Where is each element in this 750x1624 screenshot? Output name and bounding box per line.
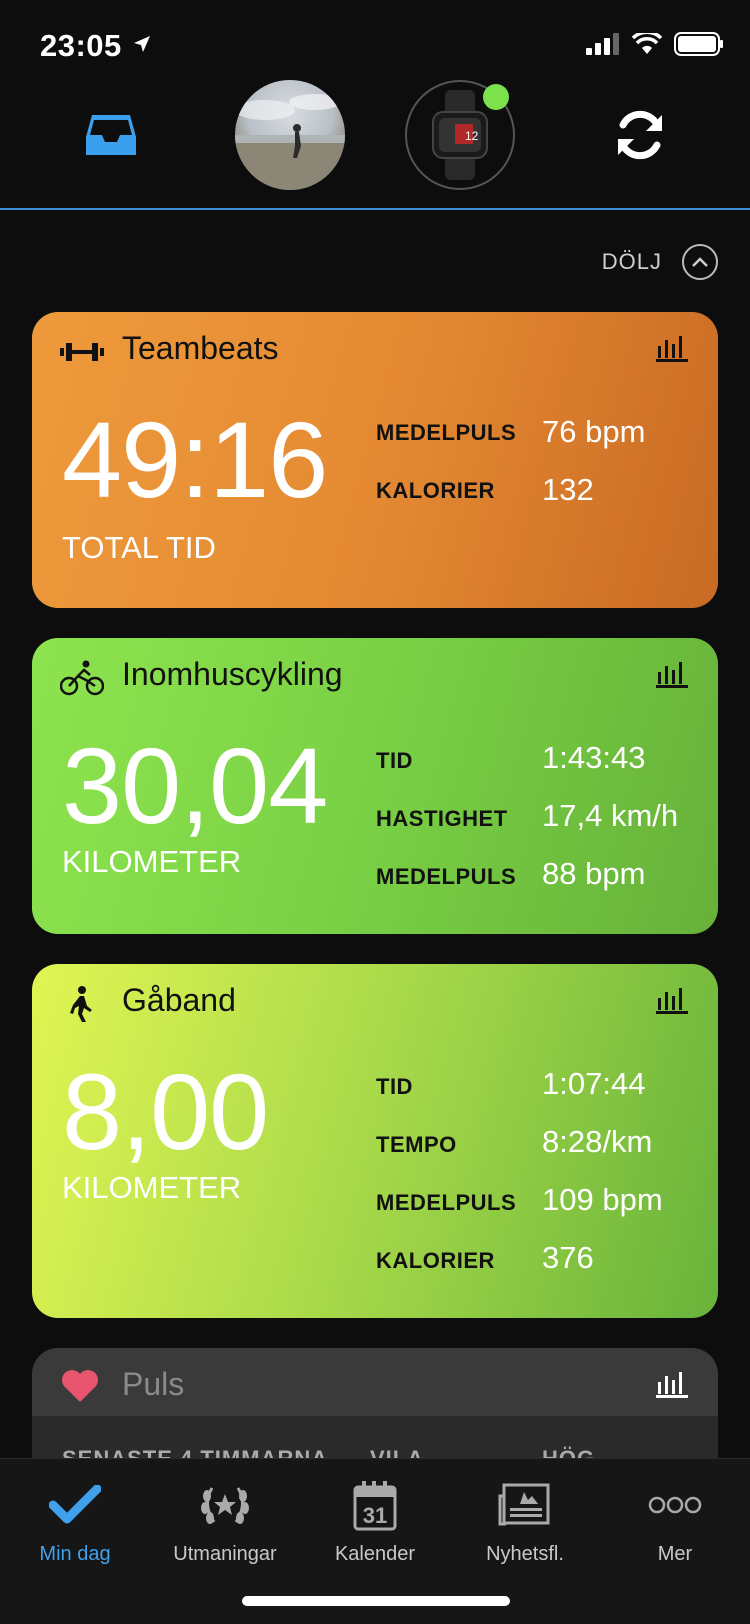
wifi-icon xyxy=(632,33,662,54)
stat-label: MEDELPULS xyxy=(376,420,517,445)
heart-rate-card[interactable]: Puls SENASTE 4 TIMMARNA VILA HÖG xyxy=(32,1348,718,1468)
tab-kalender[interactable]: 31 Kalender xyxy=(300,1477,450,1566)
dumbbell-icon xyxy=(60,343,104,361)
primary-value: 49:16 xyxy=(62,399,328,520)
stat-value: 88 bpm xyxy=(542,856,646,891)
online-status-dot xyxy=(483,84,509,110)
inbox-tray-icon[interactable] xyxy=(56,80,166,190)
tab-nyhetsflode[interactable]: Nyhetsfl. xyxy=(450,1477,600,1566)
walker-icon xyxy=(70,986,92,1022)
cyclist-icon xyxy=(60,660,104,696)
hide-label: DÖLJ xyxy=(601,249,662,274)
tab-min-dag[interactable]: Min dag xyxy=(0,1477,150,1566)
stat-label: KALORIER xyxy=(376,1248,495,1273)
card-title: Inomhuscykling xyxy=(122,656,343,692)
tab-label: Utmaningar xyxy=(173,1543,277,1565)
card-title: Gåband xyxy=(122,982,236,1018)
stat-value: 109 bpm xyxy=(542,1182,663,1217)
stat-value: 132 xyxy=(542,472,594,507)
location-arrow-icon xyxy=(132,34,152,59)
activity-card-indoor-cycling[interactable]: Inomhuscykling 30,04 KILOMETER TID 1:43:… xyxy=(32,638,718,934)
stat-label: TID xyxy=(376,1074,413,1099)
activity-card-treadmill[interactable]: Gåband 8,00 KILOMETER TID 1:07:44 TEMPO … xyxy=(32,964,718,1318)
primary-unit: TOTAL TID xyxy=(62,530,216,565)
primary-unit: KILOMETER xyxy=(62,1170,242,1205)
sync-icon[interactable] xyxy=(585,80,695,190)
more-dots-icon xyxy=(643,1477,707,1533)
stat-label: TEMPO xyxy=(376,1132,457,1157)
tab-label: Nyhetsfl. xyxy=(486,1543,564,1565)
newspaper-icon xyxy=(493,1477,557,1533)
card-title: Teambeats xyxy=(122,330,279,366)
chart-icon[interactable] xyxy=(656,334,688,362)
stat-label: MEDELPULS xyxy=(376,1190,517,1215)
card-title: Puls xyxy=(122,1366,185,1402)
chart-icon[interactable] xyxy=(656,660,688,688)
chart-icon[interactable] xyxy=(656,986,688,1014)
tab-label: Mer xyxy=(657,1543,693,1565)
primary-value: 30,04 xyxy=(62,725,328,846)
tab-mer[interactable]: Mer xyxy=(600,1477,750,1566)
stat-label: TID xyxy=(376,748,413,773)
profile-avatar[interactable] xyxy=(235,80,345,190)
primary-value: 8,00 xyxy=(62,1051,269,1172)
home-indicator[interactable] xyxy=(242,1596,510,1606)
stat-label: MEDELPULS xyxy=(376,864,517,889)
header-bar: 12 xyxy=(0,78,750,210)
svg-text:12: 12 xyxy=(465,129,479,143)
status-indicators xyxy=(586,32,724,56)
hide-toggle[interactable]: DÖLJ xyxy=(602,244,718,280)
calendar-day: 31 xyxy=(363,1503,387,1528)
tab-label: Kalender xyxy=(334,1543,416,1565)
heart-icon xyxy=(62,1370,98,1402)
primary-unit: KILOMETER xyxy=(62,844,242,879)
chart-icon[interactable] xyxy=(656,1370,688,1398)
checkmark-icon xyxy=(43,1477,107,1533)
stat-value: 8:28/km xyxy=(542,1124,653,1159)
stat-label: HASTIGHET xyxy=(376,806,508,831)
cellular-signal-icon xyxy=(586,33,619,55)
stat-value: 76 bpm xyxy=(542,414,646,449)
stat-label: KALORIER xyxy=(376,478,495,503)
smartwatch-device[interactable]: 12 xyxy=(405,80,515,190)
chevron-up-icon xyxy=(682,244,718,280)
laurel-wreath-icon xyxy=(193,1477,257,1533)
tab-utmaningar[interactable]: Utmaningar xyxy=(150,1477,300,1566)
stat-value: 17,4 km/h xyxy=(542,798,679,833)
battery-icon xyxy=(674,32,723,56)
stat-value: 1:07:44 xyxy=(542,1066,646,1101)
status-time: 23:05 xyxy=(40,28,122,63)
tab-label: Min dag xyxy=(39,1543,111,1565)
stat-value: 376 xyxy=(542,1240,594,1275)
activity-card-teambeats[interactable]: Teambeats 49:16 TOTAL TID MEDELPULS 76 b… xyxy=(32,312,718,608)
calendar-icon: 31 xyxy=(343,1477,407,1533)
stat-value: 1:43:43 xyxy=(542,740,646,775)
